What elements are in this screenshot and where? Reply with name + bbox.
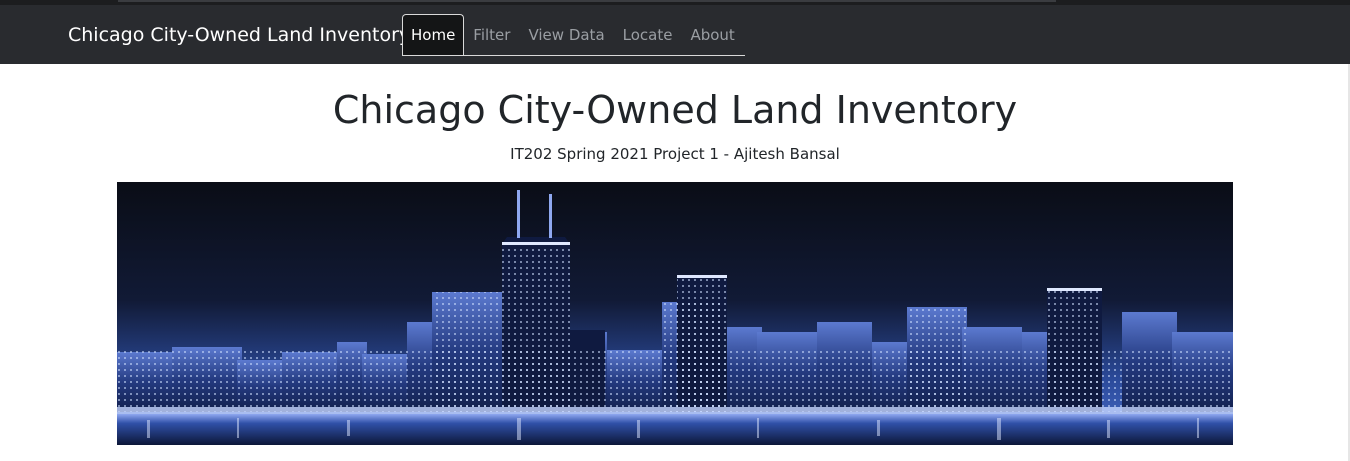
horizontal-scrollbar-thumb[interactable] (118, 0, 1056, 2)
nav-tabs: Home Filter View Data Locate About (402, 14, 745, 56)
skyline-illustration (117, 182, 1233, 445)
skyline-banner-image (117, 182, 1233, 445)
nav-tab-home[interactable]: Home (402, 14, 465, 55)
nav-tab-about[interactable]: About (682, 14, 742, 55)
nav-tab-view-data[interactable]: View Data (520, 14, 612, 55)
nav-tab-locate[interactable]: Locate (615, 14, 681, 55)
navbar-brand[interactable]: Chicago City-Owned Land Inventory (68, 5, 410, 64)
page-subtitle: IT202 Spring 2021 Project 1 - Ajitesh Ba… (510, 145, 840, 163)
nav-tab-filter[interactable]: Filter (465, 14, 518, 55)
page-title: Chicago City-Owned Land Inventory (332, 88, 1018, 132)
top-navbar: Chicago City-Owned Land Inventory Home F… (0, 5, 1350, 64)
